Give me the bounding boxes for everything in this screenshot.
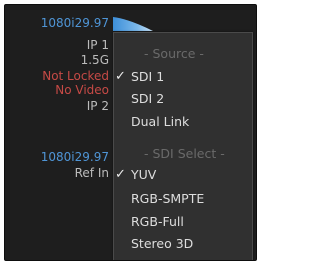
format-readout-top[interactable]: 1080i29.97: [41, 16, 109, 30]
menu-item-label: Stereo 3D: [131, 236, 194, 251]
menu-item-rgb-smpte[interactable]: RGB-SMPTE: [114, 188, 252, 209]
menu-header-source-label: - Source -: [144, 46, 204, 61]
dropdown-pointer-icon: [113, 17, 153, 31]
check-icon: ✓: [115, 69, 126, 84]
menu-item-stereo-3d[interactable]: Stereo 3D: [114, 233, 252, 254]
menu-item-label: SDI 1: [131, 69, 165, 84]
menu-header-source: - Source -: [114, 43, 252, 64]
menu-item-rgb-full[interactable]: RGB-Full: [114, 211, 252, 232]
status-panel: 1080i29.97 IP 1 1.5G Not Locked No Video…: [5, 5, 123, 260]
bitrate-label: 1.5G: [80, 53, 109, 67]
menu-header-sdi-select-label: - SDI Select -: [144, 146, 225, 161]
check-icon: ✓: [115, 167, 126, 182]
menu-header-sdi-select: - SDI Select -: [114, 143, 252, 164]
input-status-window: 1080i29.97 IP 1 1.5G Not Locked No Video…: [4, 4, 257, 261]
source-dropdown-menu: - Source - ✓ SDI 1 SDI 2 Dual Link - SDI…: [113, 32, 253, 260]
menu-item-label: SDI 2: [131, 91, 165, 106]
menu-item-dual-link[interactable]: Dual Link: [114, 111, 252, 132]
format-readout-bottom[interactable]: 1080i29.97: [41, 150, 109, 164]
ref-in-label: Ref In: [74, 166, 109, 180]
menu-item-label: Dual Link: [131, 114, 190, 129]
lock-status-label: Not Locked: [42, 69, 109, 83]
menu-item-sdi-2[interactable]: SDI 2: [114, 88, 252, 109]
menu-item-label: RGB-SMPTE: [131, 191, 205, 206]
menu-item-sdi-1[interactable]: ✓ SDI 1: [114, 66, 252, 87]
menu-item-yuv[interactable]: ✓ YUV: [114, 164, 252, 185]
menu-item-label: RGB-Full: [131, 214, 184, 229]
menu-item-label: YUV: [131, 167, 157, 182]
video-status-label: No Video: [55, 83, 109, 97]
input-1-label: IP 1: [86, 38, 109, 52]
input-2-label: IP 2: [86, 99, 109, 113]
